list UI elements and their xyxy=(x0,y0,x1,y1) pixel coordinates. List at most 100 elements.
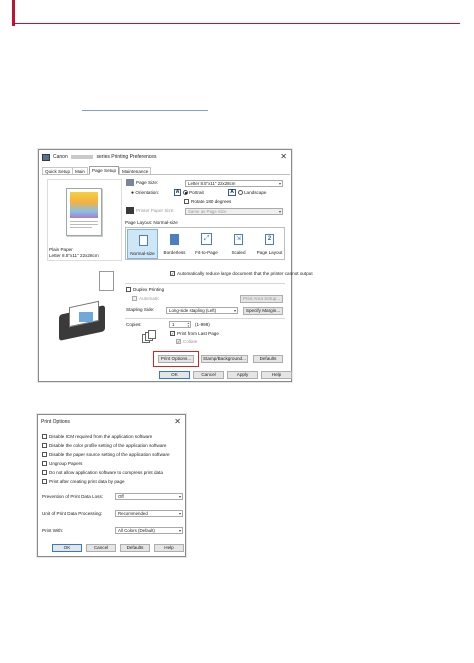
automatic-checkbox[interactable] xyxy=(132,296,137,301)
landscape-icon: A xyxy=(228,189,236,196)
page-size-label: Page Size: xyxy=(136,180,159,185)
chevron-down-icon: ▾ xyxy=(178,494,181,499)
duplex-checkbox[interactable] xyxy=(126,287,131,292)
print-options-highlight xyxy=(153,351,199,367)
disable-icm-checkbox[interactable] xyxy=(42,434,47,439)
options-ok-button[interactable]: OK xyxy=(52,544,82,552)
printer-paper-size-select[interactable]: Same as Page Size ▾ xyxy=(185,208,283,215)
apply-button[interactable]: Apply xyxy=(227,371,258,379)
layout-borderless-label: Borderless xyxy=(163,250,186,255)
printer-arrow xyxy=(79,312,93,322)
normal-size-icon xyxy=(139,235,148,246)
unit-select[interactable]: Recommended ▾ xyxy=(115,510,183,517)
landscape-radio[interactable] xyxy=(238,190,243,195)
print-with-value: All Colors (Default) xyxy=(118,528,155,533)
close-icon[interactable]: ✕ xyxy=(174,415,181,429)
collate-label: Collate xyxy=(183,339,198,344)
automatic-label: Automatic xyxy=(139,296,160,301)
stapling-preview-page xyxy=(99,271,114,291)
print-from-last-page-checkbox[interactable]: ✓ xyxy=(170,331,175,336)
layout-borderless[interactable]: Borderless xyxy=(159,229,190,259)
tab-main[interactable]: Main xyxy=(72,167,88,174)
rotate-180-checkbox[interactable] xyxy=(184,199,189,204)
print-with-select[interactable]: All Colors (Default) ▾ xyxy=(115,527,183,534)
auto-reduce-checkbox[interactable]: ✓ xyxy=(170,271,175,276)
printer-paper-size-label: Printer Paper Size: xyxy=(136,208,175,213)
no-compress-checkbox[interactable] xyxy=(42,470,47,475)
page-size-value: Letter 8.5"x11" 22x28cm xyxy=(188,181,236,186)
print-with-label: Print With: xyxy=(42,528,64,533)
chevron-down-icon: ▾ xyxy=(278,181,281,186)
options-help-button[interactable]: Help xyxy=(154,544,184,552)
tab-quick-setup[interactable]: Quick Setup xyxy=(42,167,74,174)
header-rule xyxy=(15,23,460,24)
cancel-button[interactable]: Cancel xyxy=(193,371,224,379)
printer-illustration xyxy=(55,300,115,344)
layout-page-layout[interactable]: 2 Page Layout xyxy=(255,229,284,259)
document-link-underline[interactable] xyxy=(82,110,208,111)
prevention-value: Off xyxy=(118,494,124,499)
prevention-select[interactable]: Off ▾ xyxy=(115,493,183,500)
dialog-titlebar: Canon series Printing Preferences ✕ xyxy=(39,150,291,165)
options-defaults-button[interactable]: Defaults xyxy=(120,544,150,552)
print-by-page-checkbox[interactable] xyxy=(42,479,47,484)
preview-image-block xyxy=(70,192,98,218)
page-layout-label: Page Layout: Normal-size xyxy=(125,220,178,225)
portrait-label: Portrait xyxy=(189,190,204,195)
ok-button[interactable]: OK xyxy=(159,371,190,379)
copies-value: 1 xyxy=(172,322,175,327)
stamp-background-button[interactable]: Stamp/Background... xyxy=(201,355,248,363)
no-compress-label: Do not allow application software to com… xyxy=(49,470,163,475)
copies-input[interactable]: 1 ▴ ▾ xyxy=(169,321,191,328)
chevron-down-icon: ▾ xyxy=(278,209,281,214)
layout-fit-to-page[interactable]: ⤢ Fit-to-Page xyxy=(191,229,222,259)
layout-normal-size-label: Normal-size xyxy=(130,251,155,256)
page-size-icon xyxy=(126,179,134,186)
landscape-label: Landscape xyxy=(244,190,267,195)
stapling-side-select[interactable]: Long-side stapling (Left) ▾ xyxy=(166,307,238,314)
tab-maintenance[interactable]: Maintenance xyxy=(119,167,152,174)
scaled-icon: ⇲ xyxy=(234,234,243,245)
orientation-label: ● Orientation: xyxy=(131,190,160,196)
layout-normal-size[interactable]: Normal-size xyxy=(127,229,158,259)
tab-page-setup[interactable]: Page Setup xyxy=(89,166,120,175)
specify-margin-button[interactable]: Specify Margin... xyxy=(243,307,283,315)
preview-text-line xyxy=(70,227,92,228)
stapling-side-label: Stapling Side: xyxy=(126,307,155,312)
borderless-icon xyxy=(170,234,179,245)
help-button[interactable]: Help xyxy=(261,371,292,379)
copies-label: Copies: xyxy=(126,322,142,327)
defaults-button[interactable]: Defaults xyxy=(253,355,283,363)
portrait-radio[interactable] xyxy=(183,190,188,195)
page-layout-icon: 2 xyxy=(265,234,274,245)
close-icon[interactable]: ✕ xyxy=(280,150,287,164)
ungroup-papers-checkbox[interactable] xyxy=(42,461,47,466)
redacted-model-name xyxy=(71,154,94,159)
ungroup-papers-label: Ungroup Papers xyxy=(49,461,83,466)
page-size-select[interactable]: Letter 8.5"x11" 22x28cm ▾ xyxy=(185,180,283,187)
printer-paper-size-value: Same as Page Size xyxy=(188,209,227,214)
preview-text-line xyxy=(70,224,98,225)
tab-strip: Quick Setup Main Page Setup Maintenance xyxy=(42,166,290,175)
print-area-setup-button[interactable]: Print Area Setup... xyxy=(240,295,283,303)
print-options-title: Print Options xyxy=(41,419,70,425)
duplex-label: Duplex Printing xyxy=(133,287,165,292)
printer-paper-icon xyxy=(126,207,134,214)
options-cancel-button[interactable]: Cancel xyxy=(86,544,116,552)
separator xyxy=(125,283,285,284)
print-options-dialog: Print Options ✕ Disable ICM required fro… xyxy=(37,414,186,557)
disable-paper-source-label: Disable the paper source setting of the … xyxy=(49,452,170,457)
printing-preferences-dialog: Canon series Printing Preferences ✕ Quic… xyxy=(38,149,313,382)
print-from-last-page-label: Print from Last Page xyxy=(177,331,219,336)
dialog-title: series Printing Preferences xyxy=(96,154,157,160)
rotate-180-label: Rotate 180 degrees xyxy=(191,199,232,204)
layout-scaled[interactable]: ⇲ Scaled xyxy=(223,229,254,259)
layout-page-layout-label: Page Layout xyxy=(256,250,283,255)
disable-paper-source-checkbox[interactable] xyxy=(42,452,47,457)
collate-checkbox[interactable]: ✓ xyxy=(176,339,181,344)
spinner-arrows-icon[interactable]: ▴ ▾ xyxy=(187,322,189,328)
disable-color-profile-checkbox[interactable] xyxy=(42,443,47,448)
printer-app-icon xyxy=(42,154,50,161)
disable-color-profile-label: Disable the color profile setting of the… xyxy=(49,443,167,448)
stack-sheet xyxy=(148,330,156,339)
